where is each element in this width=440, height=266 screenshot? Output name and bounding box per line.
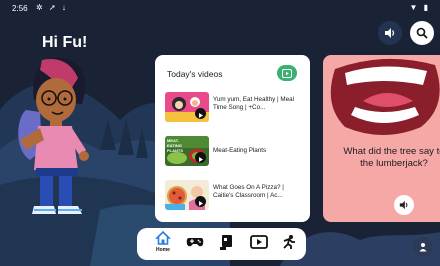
search-button[interactable] (410, 21, 434, 45)
video-item-3[interactable]: What Goes On A Pizza? | Caitie's Classro… (165, 180, 305, 210)
joke-question: What did the tree say to the lumberjack? (343, 146, 440, 169)
sound-button[interactable] (378, 21, 402, 45)
video-item-1[interactable]: Yum yum, Eat Healthy | Meal Time Song | … (165, 92, 305, 122)
wifi-icon: ▼ (409, 3, 420, 12)
joke-card[interactable]: What did the tree say to the lumberjack? (323, 55, 440, 222)
video-thumbnail-3 (165, 180, 209, 210)
location-status-icon: ➚ (48, 3, 58, 12)
nav-home-label: Home (156, 247, 170, 253)
search-icon (416, 27, 428, 39)
status-system-icons: ▼ ▮ (409, 3, 430, 12)
todays-videos-card: Today's videos Yum yum, Eat Healthy | Me… (155, 55, 310, 222)
home-icon (155, 230, 171, 245)
video-item-2[interactable]: MEAT-EATING PLANTS Meat-Eating Plants (165, 136, 305, 166)
video-title-3: What Goes On A Pizza? | Caitie's Classro… (213, 184, 284, 199)
nav-shows[interactable] (247, 230, 271, 256)
play-icon (195, 152, 206, 163)
video-title-1: Yum yum, Eat Healthy | Meal Time Song | … (213, 96, 295, 111)
status-notification-icons: ✲ ➚ ↓ (36, 3, 68, 12)
video-thumbnail-1 (165, 92, 209, 122)
greeting: Hi Fu! (42, 34, 88, 51)
parent-settings-button[interactable] (413, 237, 433, 257)
video-title-2: Meat-Eating Plants (213, 147, 267, 154)
status-bar: 2:56 ✲ ➚ ↓ ▼ ▮ (0, 0, 440, 16)
speaker-icon (399, 200, 408, 210)
explore-icon (283, 235, 295, 249)
learning-icon (220, 235, 232, 250)
videos-badge[interactable] (277, 65, 297, 81)
video-thumbnail-text-2: MEAT-EATING PLANTS (167, 138, 183, 153)
download-status-icon: ↓ (61, 3, 68, 12)
mouth-illustration (330, 58, 440, 135)
bottom-nav: Home (137, 228, 306, 260)
settings-status-icon: ✲ (36, 3, 45, 12)
nav-explore[interactable] (277, 230, 301, 256)
play-icon (195, 108, 206, 119)
status-time: 2:56 (12, 4, 28, 13)
person-lock-icon (419, 243, 427, 252)
speaker-icon (385, 28, 395, 38)
gamepad-icon (186, 238, 204, 247)
joke-audio-button[interactable] (394, 195, 414, 215)
videos-card-title: Today's videos (167, 69, 223, 79)
shows-icon (250, 235, 268, 249)
video-thumbnail-2: MEAT-EATING PLANTS (165, 136, 209, 166)
nav-learning[interactable] (215, 230, 239, 256)
nav-games[interactable] (183, 230, 207, 256)
play-icon (195, 196, 206, 207)
battery-icon: ▮ (423, 3, 430, 12)
nav-home[interactable]: Home (151, 230, 175, 256)
video-library-icon (282, 68, 292, 78)
